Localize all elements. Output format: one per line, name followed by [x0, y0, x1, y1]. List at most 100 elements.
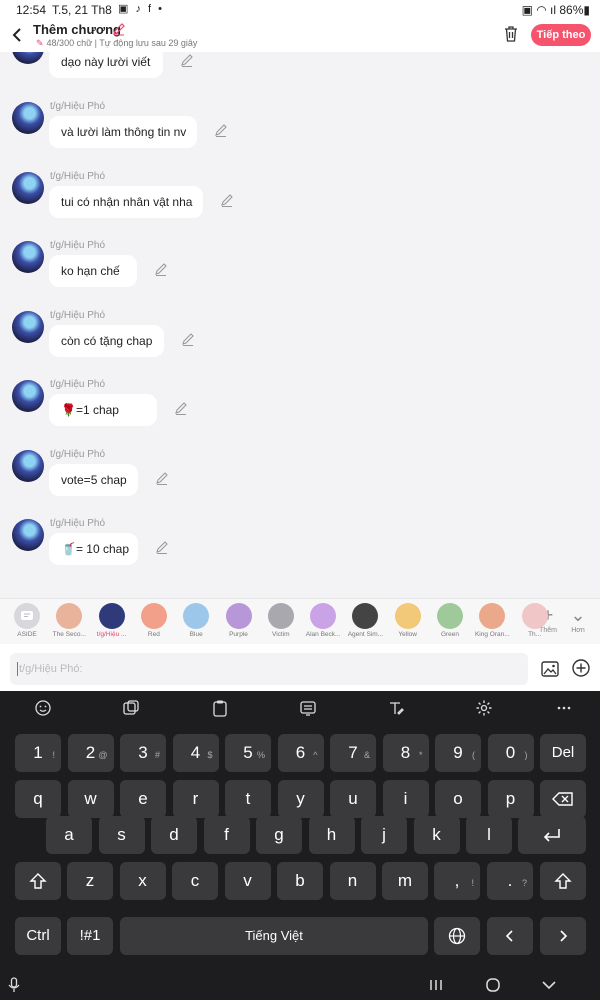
arrow-left-key[interactable] [487, 917, 533, 955]
edit-pencil-icon[interactable] [154, 539, 170, 555]
sticker-icon[interactable] [121, 698, 141, 718]
key-9[interactable]: 9( [435, 734, 481, 772]
character-chip[interactable]: Purple [219, 603, 259, 638]
character-chip[interactable]: Green [430, 603, 470, 638]
avatar[interactable] [12, 380, 44, 412]
delete-key[interactable]: Del [540, 734, 586, 772]
avatar[interactable] [12, 52, 44, 64]
settings-gear-icon[interactable] [474, 698, 494, 718]
language-key[interactable] [434, 917, 480, 955]
comma-key[interactable]: ,! [434, 862, 480, 900]
key-r[interactable]: r [172, 780, 219, 818]
message-bubble[interactable]: 🌹=1 chap [49, 394, 157, 426]
key-2[interactable]: 2 @ [67, 734, 114, 772]
trash-icon[interactable] [503, 25, 519, 43]
key-k[interactable]: k [413, 816, 460, 854]
add-icon[interactable] [571, 658, 591, 678]
next-button[interactable]: Tiếp theo [531, 24, 591, 46]
message-input[interactable] [10, 653, 528, 685]
more-options-icon[interactable] [554, 698, 574, 718]
character-chip[interactable]: Agent Sim... [345, 603, 385, 638]
character-chip[interactable]: Alan Beck... [303, 603, 343, 638]
character-chip[interactable]: Yellow [388, 603, 428, 638]
back-arrow-icon[interactable] [8, 25, 28, 45]
key-e[interactable]: e [120, 780, 166, 818]
character-chip[interactable]: Victim [261, 603, 301, 638]
character-chip[interactable]: ASIDE [7, 603, 47, 638]
key-v[interactable]: v [224, 862, 271, 900]
arrow-right-key[interactable] [540, 917, 586, 955]
key-0[interactable]: 0) [487, 734, 534, 772]
edit-pencil-icon[interactable] [219, 192, 235, 208]
character-chip[interactable]: King Oran... [472, 603, 512, 638]
character-chip[interactable]: t/g/Hiệu ... [92, 603, 132, 638]
avatar[interactable] [12, 241, 44, 273]
key-h[interactable]: h [308, 816, 355, 854]
home-icon[interactable] [483, 975, 503, 995]
emoji-icon[interactable] [33, 698, 53, 718]
keyboard-mode-icon[interactable] [298, 698, 318, 718]
key-w[interactable]: w [67, 780, 114, 818]
edit-pencil-icon[interactable] [153, 261, 169, 277]
recent-apps-icon[interactable] [426, 975, 446, 995]
avatar[interactable] [12, 102, 44, 134]
key-1[interactable]: 1! [15, 734, 61, 772]
edit-pencil-icon[interactable] [173, 400, 189, 416]
ctrl-key[interactable]: Ctrl [15, 917, 61, 955]
message-bubble[interactable]: còn có tặng chap [49, 325, 164, 357]
key-8[interactable]: 8 * [382, 734, 429, 772]
key-m[interactable]: m [382, 862, 428, 900]
key-3[interactable]: 3 # [120, 734, 166, 772]
key-4[interactable]: 4 $ [172, 734, 219, 772]
key-q[interactable]: q [15, 780, 61, 818]
message-bubble[interactable]: ko hạn chế [49, 255, 137, 287]
clipboard-icon[interactable] [210, 698, 230, 718]
key-u[interactable]: u [330, 780, 376, 818]
character-chip[interactable]: Blue [176, 603, 216, 638]
shift-key-right[interactable] [540, 862, 586, 900]
key-s[interactable]: s [98, 816, 145, 854]
shift-key-left[interactable] [15, 862, 61, 900]
microphone-icon[interactable] [4, 975, 24, 995]
edit-pencil-icon[interactable] [180, 331, 196, 347]
key-y[interactable]: y [277, 780, 324, 818]
message-bubble[interactable]: và lười làm thông tin nv [49, 116, 197, 148]
text-style-icon[interactable] [386, 698, 406, 718]
character-chip[interactable]: Red [134, 603, 174, 638]
image-icon[interactable] [540, 659, 560, 679]
key-j[interactable]: j [361, 816, 407, 854]
pencil-icon[interactable] [112, 22, 126, 39]
space-key[interactable]: Tiếng Việt [120, 917, 428, 955]
character-chip[interactable]: Th... [515, 603, 555, 638]
symbols-key[interactable]: !#1 [67, 917, 113, 955]
enter-key[interactable] [518, 816, 586, 854]
avatar[interactable] [12, 172, 44, 204]
key-d[interactable]: d [151, 816, 197, 854]
expand-characters-button[interactable]: ⌄ Hơn [561, 605, 595, 634]
key-i[interactable]: i [382, 780, 429, 818]
key-n[interactable]: n [329, 862, 376, 900]
key-z[interactable]: z [67, 862, 113, 900]
message-bubble[interactable]: 🥤= 10 chap [49, 533, 138, 565]
key-7[interactable]: 7 & [330, 734, 376, 772]
period-key[interactable]: .? [487, 862, 533, 900]
key-a[interactable]: a [46, 816, 92, 854]
edit-pencil-icon[interactable] [179, 52, 195, 68]
key-l[interactable]: l [466, 816, 512, 854]
avatar[interactable] [12, 311, 44, 343]
key-o[interactable]: o [435, 780, 481, 818]
key-6[interactable]: 6 ^ [277, 734, 324, 772]
message-bubble[interactable]: tui có nhận nhân vật nha [49, 186, 203, 218]
key-b[interactable]: b [277, 862, 323, 900]
key-p[interactable]: p [487, 780, 534, 818]
key-x[interactable]: x [119, 862, 166, 900]
key-t[interactable]: t [225, 780, 271, 818]
edit-pencil-icon[interactable] [213, 122, 229, 138]
nav-back-chevron-icon[interactable] [539, 975, 559, 995]
avatar[interactable] [12, 519, 44, 551]
character-chip[interactable]: The Seco... [49, 603, 89, 638]
key-f[interactable]: f [203, 816, 250, 854]
backspace-key[interactable] [540, 780, 586, 818]
message-bubble[interactable]: dạo này lười viết [49, 52, 163, 78]
key-c[interactable]: c [172, 862, 218, 900]
